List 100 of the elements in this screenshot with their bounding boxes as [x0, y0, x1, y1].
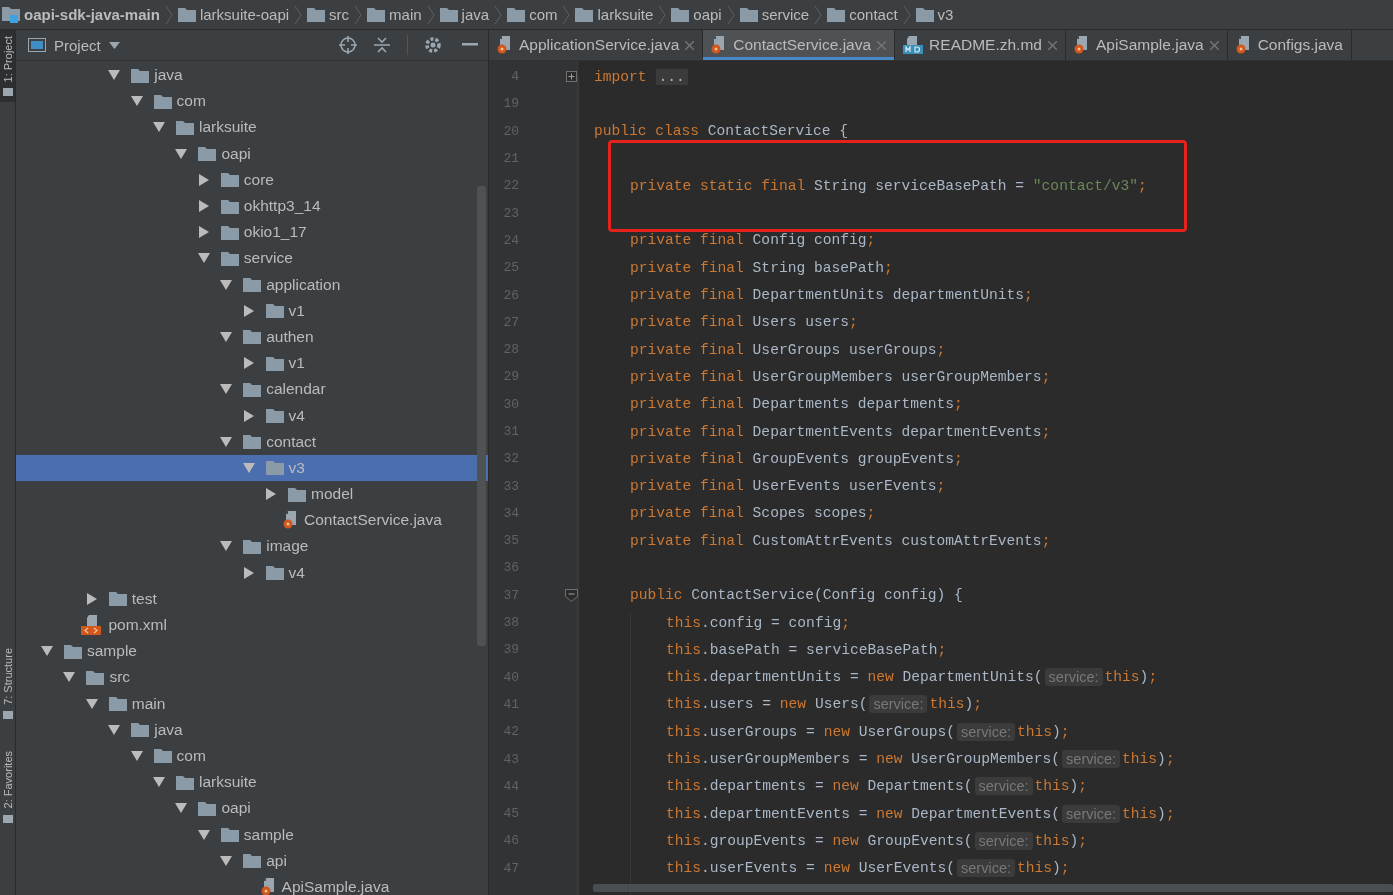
breadcrumb-item[interactable]: v3 — [915, 6, 954, 23]
settings-icon[interactable] — [424, 36, 442, 54]
breadcrumb-item[interactable]: java — [439, 6, 490, 23]
tree-item[interactable]: sample — [16, 821, 488, 848]
expanded-arrow-icon[interactable] — [108, 69, 121, 82]
breadcrumb-item[interactable]: contact — [827, 6, 898, 23]
tree-item[interactable]: core — [16, 166, 488, 193]
tree-item[interactable]: test — [16, 585, 488, 612]
tool-window-tab[interactable]: 1: Project — [0, 30, 15, 103]
crosshair-icon[interactable] — [339, 36, 357, 54]
tree-item[interactable]: v4 — [16, 559, 488, 586]
tree-item[interactable]: java — [16, 62, 488, 89]
tree-item[interactable]: oapi — [16, 140, 488, 167]
tree-item[interactable]: sample — [16, 638, 488, 665]
xml-file-icon — [81, 615, 104, 636]
collapse-fold-icon[interactable] — [565, 588, 578, 602]
chevron-icon — [353, 4, 364, 25]
expanded-arrow-icon[interactable] — [220, 383, 233, 396]
tree-item[interactable]: image — [16, 533, 488, 560]
expanded-arrow-icon[interactable] — [242, 461, 255, 474]
breadcrumb-item[interactable]: oapi-sdk-java-main — [2, 6, 160, 23]
tree-item[interactable]: authen — [16, 323, 488, 351]
tree-item[interactable]: com — [16, 88, 488, 115]
folder-icon — [243, 277, 262, 293]
breadcrumb-item[interactable]: main — [367, 6, 422, 23]
expand-fold-icon[interactable] — [566, 71, 577, 83]
expanded-arrow-icon[interactable] — [197, 252, 210, 265]
collapsed-arrow-icon[interactable] — [242, 357, 255, 370]
tree-item[interactable]: application — [16, 271, 488, 298]
expanded-arrow-icon[interactable] — [85, 697, 98, 710]
tree-item[interactable]: v1 — [16, 350, 488, 377]
tree-item[interactable]: okio1_17 — [16, 219, 488, 246]
tool-window-tab[interactable]: 2: Favorites — [0, 745, 15, 829]
folder-icon — [575, 7, 594, 22]
collapsed-arrow-icon[interactable] — [197, 226, 210, 239]
tree-item[interactable]: contact — [16, 428, 488, 455]
folder-icon — [176, 119, 194, 135]
expanded-arrow-icon[interactable] — [153, 121, 165, 134]
folder-icon — [220, 224, 239, 240]
folder-icon — [827, 7, 846, 22]
expanded-arrow-icon[interactable] — [175, 147, 188, 160]
expanded-arrow-icon[interactable] — [220, 854, 233, 867]
code-line: private final UserGroupMembers userGroupMembers; — [629, 367, 1052, 387]
breadcrumb-item[interactable]: oapi — [671, 6, 722, 23]
expanded-arrow-icon[interactable] — [63, 671, 76, 684]
expanded-arrow-icon[interactable] — [220, 540, 233, 553]
tree-item[interactable]: com — [16, 742, 488, 770]
code-line: private final UserGroups userGroups; — [629, 340, 947, 360]
tree-item[interactable]: main — [16, 690, 488, 717]
markdown-file-icon — [903, 36, 924, 54]
tree-item[interactable]: ApiSample.java — [16, 873, 488, 895]
collapsed-arrow-icon[interactable] — [85, 592, 98, 605]
expanded-arrow-icon[interactable] — [220, 435, 233, 448]
tree-item[interactable]: okhttp3_14 — [16, 192, 488, 220]
tree-item[interactable]: larksuite — [16, 769, 488, 796]
collapse-all-icon[interactable] — [373, 36, 391, 54]
expanded-arrow-icon[interactable] — [41, 645, 53, 658]
expanded-arrow-icon[interactable] — [108, 723, 121, 736]
folded-code[interactable]: ... — [655, 68, 688, 85]
caret-icon[interactable] — [108, 41, 120, 49]
code-line: this.basePath = serviceBasePath; — [665, 640, 948, 660]
editor-tab[interactable]: ContactService.java — [703, 30, 896, 60]
collapsed-arrow-icon[interactable] — [265, 488, 277, 501]
scrollbar[interactable] — [593, 884, 1393, 892]
tree-item[interactable]: service — [16, 245, 488, 272]
expanded-arrow-icon[interactable] — [175, 802, 188, 815]
scrollbar[interactable] — [477, 186, 486, 646]
tree-item[interactable]: src — [16, 664, 488, 691]
breadcrumb-item[interactable]: src — [307, 6, 350, 23]
expanded-arrow-icon[interactable] — [220, 278, 233, 291]
breadcrumb-item[interactable]: larksuite-oapi — [177, 6, 290, 23]
collapsed-arrow-icon[interactable] — [242, 304, 255, 317]
tree-item[interactable]: calendar — [16, 376, 488, 403]
tree-item[interactable]: model — [16, 481, 488, 508]
tree-item[interactable]: larksuite — [16, 114, 488, 141]
expanded-arrow-icon[interactable] — [130, 749, 143, 762]
folder-icon — [108, 591, 127, 607]
tree-item[interactable]: v1 — [16, 297, 488, 324]
tree-item[interactable]: java — [16, 716, 488, 743]
expanded-arrow-icon[interactable] — [197, 828, 210, 841]
tree-item[interactable]: oapi — [16, 795, 488, 822]
collapsed-arrow-icon[interactable] — [197, 200, 210, 213]
breadcrumb-item[interactable]: service — [739, 6, 810, 23]
tree-item[interactable]: api — [16, 847, 488, 874]
breadcrumb-item[interactable]: larksuite — [575, 6, 654, 23]
tree-item[interactable]: pom.xml — [16, 611, 488, 639]
panel-title[interactable]: Project — [54, 36, 101, 54]
tree-item[interactable]: ContactService.java — [16, 507, 488, 534]
collapsed-arrow-icon[interactable] — [242, 566, 255, 579]
minimize-icon[interactable] — [462, 43, 478, 47]
expanded-arrow-icon[interactable] — [130, 95, 143, 108]
tool-window-tab[interactable]: 7: Structure — [0, 642, 15, 726]
java-file-icon — [1235, 36, 1252, 54]
collapsed-arrow-icon[interactable] — [242, 409, 255, 422]
expanded-arrow-icon[interactable] — [153, 776, 165, 789]
breadcrumb-item[interactable]: com — [507, 6, 558, 23]
folder-icon — [243, 853, 262, 869]
tree-item[interactable]: v4 — [16, 402, 488, 429]
collapsed-arrow-icon[interactable] — [197, 173, 210, 186]
expanded-arrow-icon[interactable] — [220, 330, 233, 343]
